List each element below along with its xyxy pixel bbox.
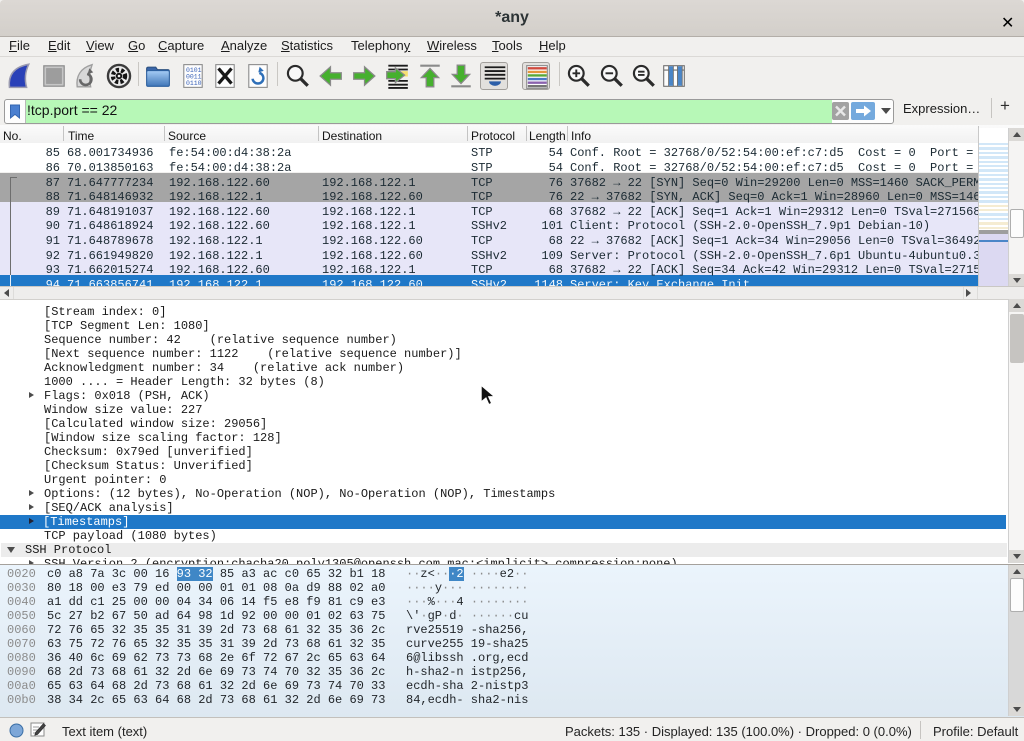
svg-text:0110: 0110 — [186, 80, 202, 87]
